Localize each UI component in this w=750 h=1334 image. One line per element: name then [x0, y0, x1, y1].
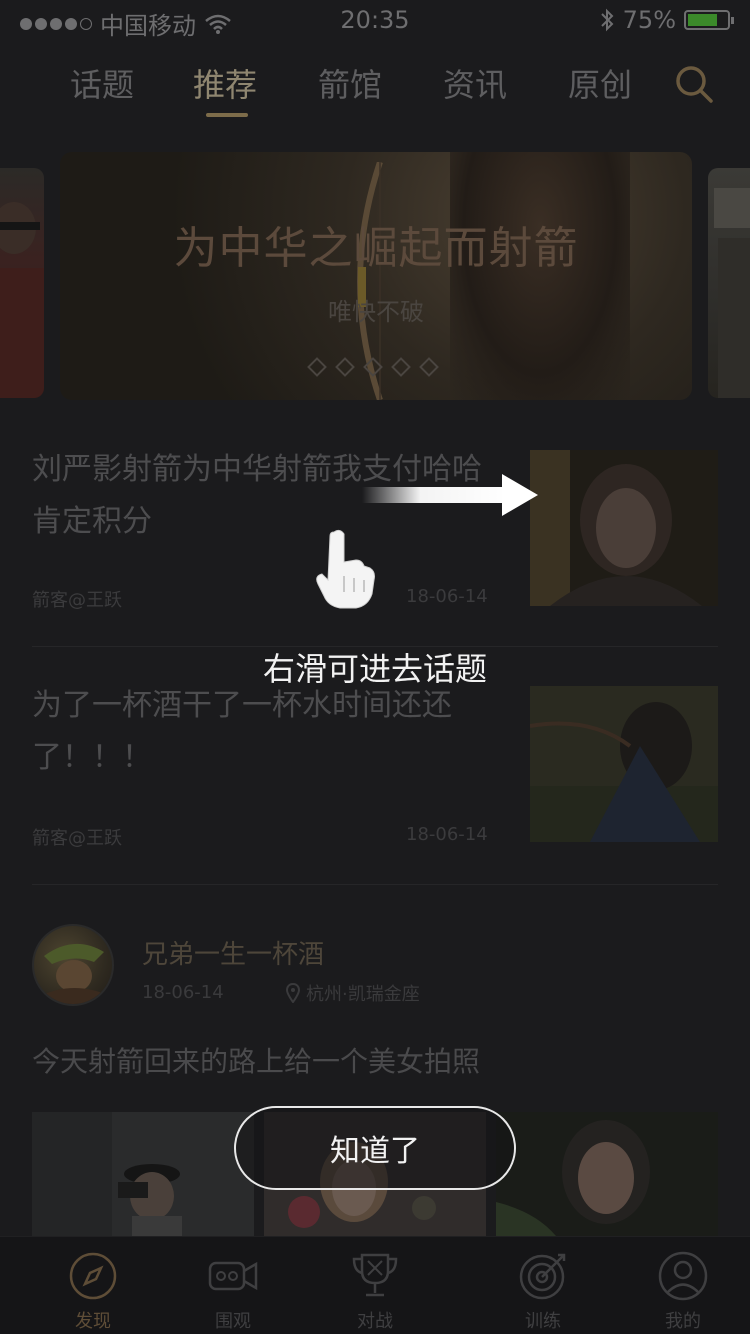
hand-pointer-icon — [316, 529, 375, 609]
guide-overlay: 右滑可进去话题 知道了 — [0, 0, 750, 1334]
swipe-right-arrow-icon — [362, 474, 538, 516]
guide-hint-text: 右滑可进去话题 — [262, 650, 487, 688]
got-it-button[interactable]: 知道了 — [234, 1106, 516, 1190]
app-screen: 中国移动 20:35 75% 话题 推荐 箭馆 资讯 原创 为中华之崛起而射箭 … — [0, 0, 750, 1334]
